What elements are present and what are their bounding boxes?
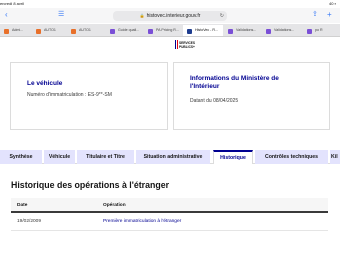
browser-tab[interactable]: Admi... xyxy=(0,25,32,36)
browser-tab-active[interactable]: HistoVec - R... xyxy=(183,25,223,36)
reader-icon[interactable]: ☰ xyxy=(58,11,64,19)
browser-tab[interactable]: AUTO1 xyxy=(32,25,66,36)
browser-tab-strip: Admi... AUTO1 AUTO1 Guide quali... PA Pr… xyxy=(0,24,340,37)
page-content: SERVICES PUBLICS+ Le véhicule Numéro d'i… xyxy=(0,38,340,255)
browser-tab[interactable]: Guide quali... xyxy=(106,25,144,36)
url-text: histovec.interieur.gouv.fr xyxy=(146,13,201,19)
row-operation: Première immatriculation à l'étranger xyxy=(103,219,182,224)
browser-tab[interactable]: Validations... xyxy=(262,25,302,36)
browser-tab[interactable]: Validations... xyxy=(224,25,261,36)
column-header-date: Date xyxy=(17,203,28,208)
favicon-icon xyxy=(148,28,153,34)
services-publics-logo: SERVICES PUBLICS+ xyxy=(175,40,201,50)
favicon-icon xyxy=(71,28,76,34)
vehicle-card: Le véhicule Numéro d'immatriculation : E… xyxy=(10,62,168,130)
favicon-icon xyxy=(4,28,9,34)
back-chevron-icon[interactable]: ‹ xyxy=(5,11,8,19)
favicon-icon xyxy=(36,28,41,34)
column-header-operation: Opération xyxy=(103,203,126,208)
ministry-card: Informations du Ministère de l'Intérieur… xyxy=(173,62,330,130)
tab-titulaire[interactable]: Titulaire et Titre xyxy=(77,150,134,164)
ministry-card-title: Informations du Ministère de l'Intérieur xyxy=(190,75,279,90)
table-row: 19/02/2009 Première immatriculation à l'… xyxy=(11,213,328,231)
data-date: Datant du 08/04/2025 xyxy=(190,98,239,104)
tab-synthese[interactable]: Synthèse xyxy=(0,150,42,164)
reload-icon[interactable]: ↻ xyxy=(220,11,224,21)
status-bar: ercredi 8 avril 40 ▪ xyxy=(0,0,340,8)
lock-icon: 🔒 xyxy=(139,13,145,18)
vehicle-card-title: Le véhicule xyxy=(27,80,63,87)
section-tabs: Synthèse Véhicule Titulaire et Titre Sit… xyxy=(0,150,340,164)
new-tab-icon[interactable]: + xyxy=(327,11,332,19)
share-icon[interactable]: ⇪ xyxy=(312,11,318,19)
browser-tab[interactable]: PA Pricing R... xyxy=(144,25,182,36)
tab-kilometrage[interactable]: Kil xyxy=(330,150,340,164)
tab-historique[interactable]: Historique xyxy=(213,150,253,164)
favicon-icon xyxy=(187,28,192,34)
browser-tab[interactable]: po R xyxy=(303,25,340,36)
status-indicators: 40 ▪ xyxy=(329,1,336,6)
favicon-icon xyxy=(110,28,115,34)
tab-situation-administrative[interactable]: Situation administrative xyxy=(136,150,210,164)
tab-vehicule[interactable]: Véhicule xyxy=(44,150,75,164)
favicon-icon xyxy=(266,28,271,34)
logo-text: SERVICES PUBLICS+ xyxy=(179,40,196,49)
section-title: Historique des opérations à l'étranger xyxy=(11,180,170,190)
browser-toolbar: ‹ ☰ 🔒 histovec.interieur.gouv.fr ↻ ⇪ + xyxy=(0,8,340,23)
registration-number: Numéro d'immatriculation : ES-9**-SM xyxy=(27,92,112,98)
address-bar[interactable]: 🔒 histovec.interieur.gouv.fr ↻ xyxy=(113,11,227,21)
status-time: ercredi 8 avril xyxy=(0,1,25,6)
operations-table: Date Opération 19/02/2009 Première immat… xyxy=(11,198,328,231)
row-date: 19/02/2009 xyxy=(17,219,42,224)
tab-controles-techniques[interactable]: Contrôles techniques xyxy=(255,150,328,164)
favicon-icon xyxy=(228,28,233,34)
flag-stripes-icon xyxy=(175,40,178,49)
favicon-icon xyxy=(307,28,312,34)
browser-tab[interactable]: AUTO1 xyxy=(67,25,105,36)
table-header: Date Opération xyxy=(11,198,328,213)
